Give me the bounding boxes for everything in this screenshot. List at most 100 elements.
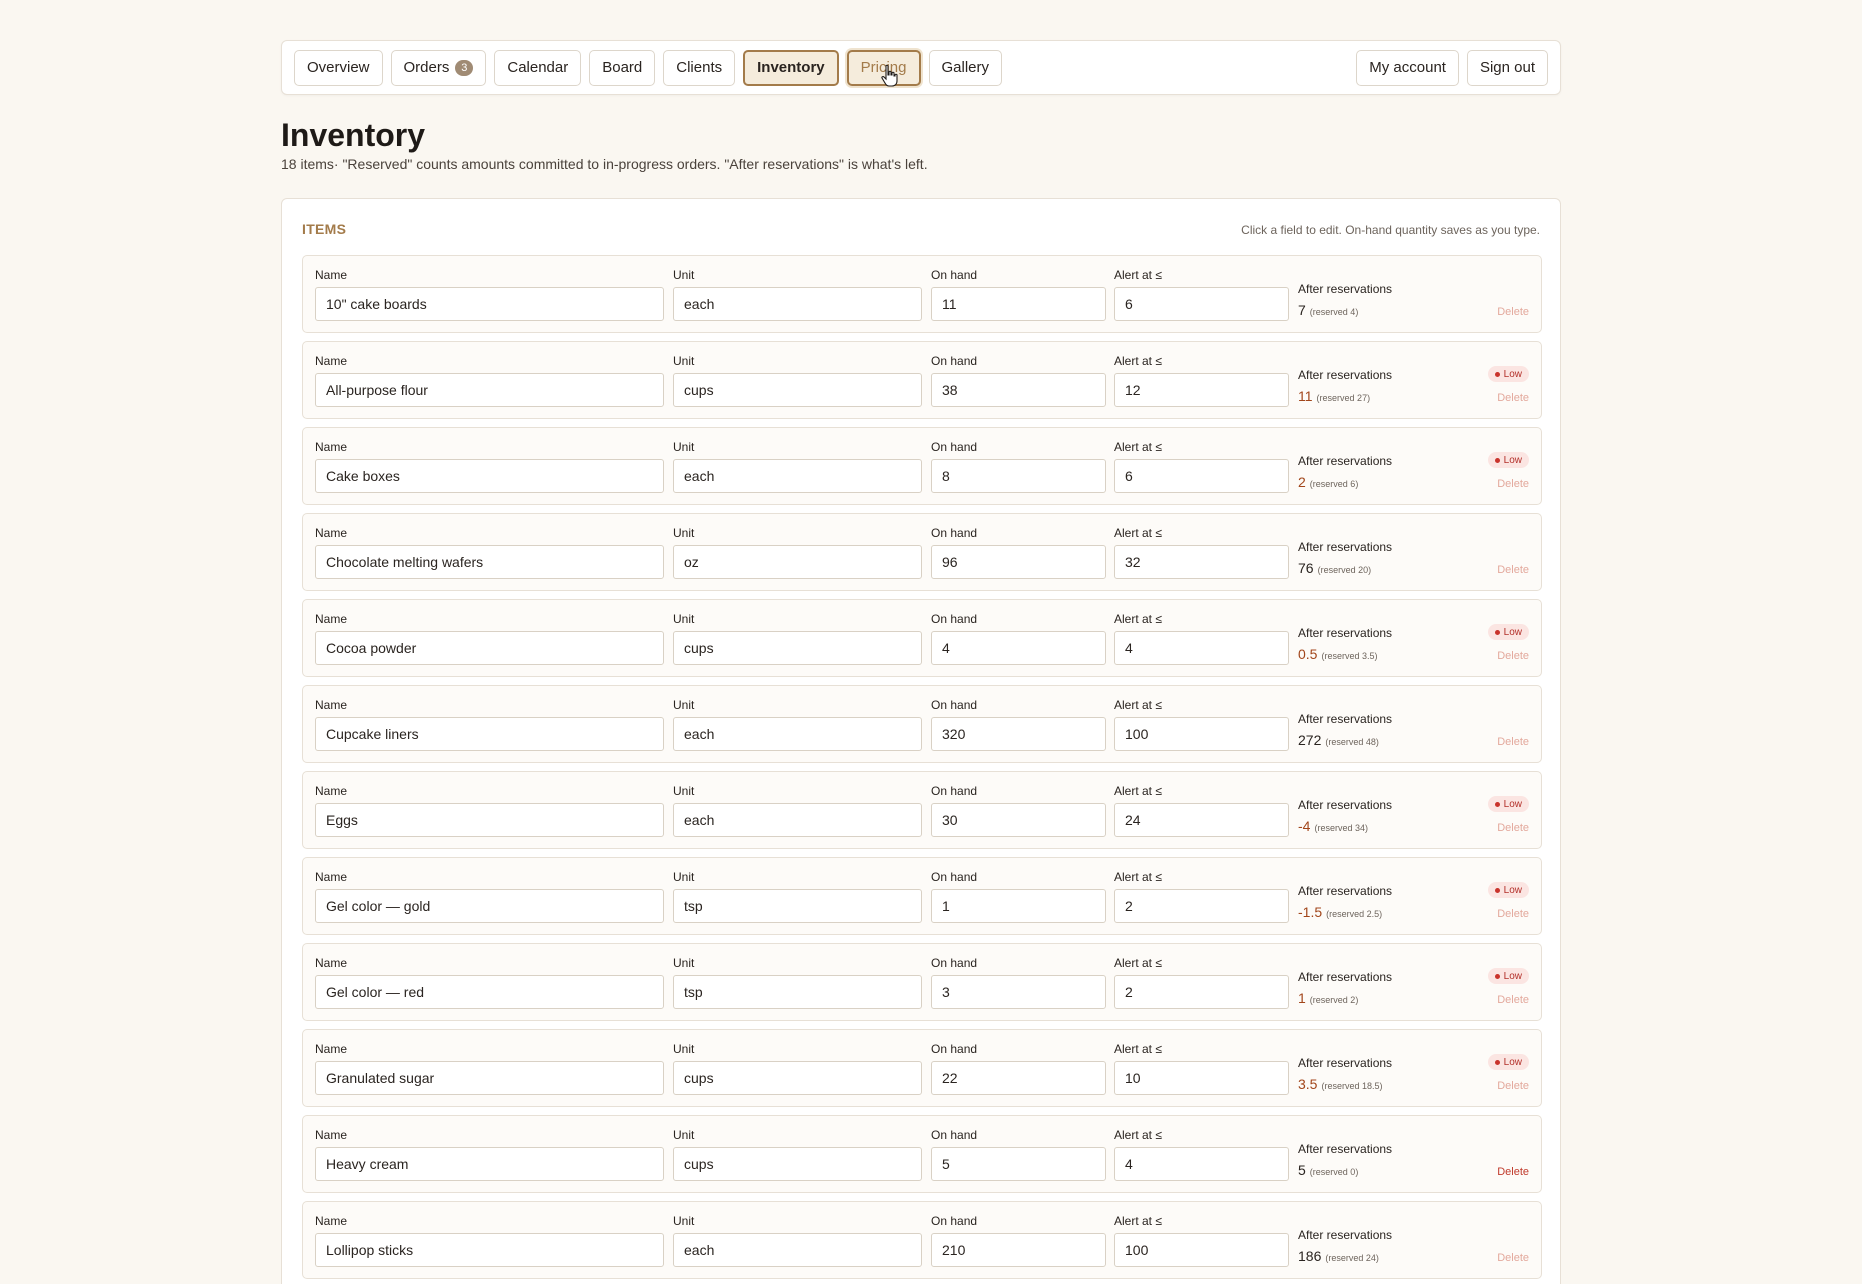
unit-label: Unit [673, 440, 695, 454]
on-hand-field: On hand [931, 354, 1106, 407]
alert-input[interactable] [1114, 373, 1289, 407]
on-hand-input[interactable] [931, 1061, 1106, 1095]
unit-input[interactable] [673, 717, 922, 751]
unit-field: Unit [673, 784, 922, 837]
unit-input[interactable] [673, 545, 922, 579]
name-input[interactable] [315, 889, 664, 923]
unit-input[interactable] [673, 631, 922, 665]
name-input[interactable] [315, 631, 664, 665]
unit-input[interactable] [673, 889, 922, 923]
alert-input[interactable] [1114, 975, 1289, 1009]
tab-overview[interactable]: Overview [294, 49, 383, 86]
on-hand-input[interactable] [931, 803, 1106, 837]
on-hand-field: On hand [931, 268, 1106, 321]
delete-button[interactable]: Delete [1497, 478, 1529, 490]
on-hand-input[interactable] [931, 717, 1106, 751]
tab-board[interactable]: Board [589, 49, 656, 86]
after-value: -1.5 [1298, 904, 1323, 920]
tab-calendar[interactable]: Calendar [494, 49, 582, 86]
inventory-row: Name Unit On hand Alert at ≤ After reser… [302, 599, 1542, 677]
my-account-button[interactable]: My account [1356, 49, 1459, 86]
on-hand-input[interactable] [931, 1147, 1106, 1181]
alert-dot-icon [1494, 371, 1500, 377]
low-label: Low [1503, 454, 1522, 466]
name-input[interactable] [315, 373, 664, 407]
alert-input[interactable] [1114, 631, 1289, 665]
tab-gallery[interactable]: Gallery [928, 49, 1003, 86]
unit-input[interactable] [673, 1061, 922, 1095]
alert-label: Alert at ≤ [1114, 1042, 1162, 1056]
on-hand-field: On hand [931, 698, 1106, 751]
name-input[interactable] [315, 545, 664, 579]
on-hand-input[interactable] [931, 545, 1106, 579]
unit-input[interactable] [673, 803, 922, 837]
delete-button[interactable]: Delete [1497, 564, 1529, 576]
name-label: Name [315, 956, 348, 970]
on-hand-input[interactable] [931, 1233, 1106, 1267]
delete-button[interactable]: Delete [1497, 1252, 1529, 1264]
delete-button[interactable]: Delete [1497, 650, 1529, 662]
alert-field: Alert at ≤ [1114, 784, 1289, 837]
name-label: Name [315, 526, 348, 540]
unit-input[interactable] [673, 1147, 922, 1181]
name-input[interactable] [315, 717, 664, 751]
on-hand-input[interactable] [931, 975, 1106, 1009]
delete-button[interactable]: Delete [1497, 392, 1529, 404]
alert-label: Alert at ≤ [1114, 440, 1162, 454]
tab-orders[interactable]: Orders 3 [390, 49, 487, 86]
unit-input[interactable] [673, 287, 922, 321]
inventory-row: Name Unit On hand Alert at ≤ After reser… [302, 1029, 1542, 1107]
tab-label: Orders [403, 59, 450, 76]
alert-input[interactable] [1114, 1061, 1289, 1095]
delete-button[interactable]: Delete [1497, 306, 1529, 318]
on-hand-input[interactable] [931, 373, 1106, 407]
name-input[interactable] [315, 803, 664, 837]
on-hand-input[interactable] [931, 287, 1106, 321]
name-field: Name [315, 870, 664, 923]
unit-input[interactable] [673, 459, 922, 493]
delete-button[interactable]: Delete [1497, 1166, 1529, 1178]
sign-out-button[interactable]: Sign out [1466, 49, 1548, 86]
unit-input[interactable] [673, 373, 922, 407]
pointer-cursor-icon [881, 64, 898, 87]
after-label: After reservations [1298, 1228, 1393, 1242]
name-input[interactable] [315, 1061, 664, 1095]
name-input[interactable] [315, 1147, 664, 1181]
unit-input[interactable] [673, 975, 922, 1009]
on-hand-input[interactable] [931, 459, 1106, 493]
panel-heading: ITEMS [302, 221, 347, 237]
name-input[interactable] [315, 1233, 664, 1267]
alert-input[interactable] [1114, 889, 1289, 923]
unit-label: Unit [673, 354, 695, 368]
name-input[interactable] [315, 287, 664, 321]
alert-label: Alert at ≤ [1114, 784, 1162, 798]
alert-input[interactable] [1114, 1233, 1289, 1267]
name-input[interactable] [315, 975, 664, 1009]
unit-field: Unit [673, 1042, 922, 1095]
name-input[interactable] [315, 459, 664, 493]
on-hand-input[interactable] [931, 889, 1106, 923]
tab-inventory[interactable]: Inventory [743, 49, 839, 86]
alert-field: Alert at ≤ [1114, 698, 1289, 751]
alert-input[interactable] [1114, 287, 1289, 321]
delete-button[interactable]: Delete [1497, 1080, 1529, 1092]
on-hand-label: On hand [931, 1042, 978, 1056]
after-reservations: After reservations 272 (reserved 48) [1298, 712, 1392, 750]
inventory-row: Name Unit On hand Alert at ≤ After reser… [302, 1201, 1542, 1279]
tab-clients[interactable]: Clients [663, 49, 736, 86]
delete-button[interactable]: Delete [1497, 822, 1529, 834]
unit-input[interactable] [673, 1233, 922, 1267]
alert-input[interactable] [1114, 717, 1289, 751]
on-hand-input[interactable] [931, 631, 1106, 665]
delete-button[interactable]: Delete [1497, 736, 1529, 748]
delete-button[interactable]: Delete [1497, 908, 1529, 920]
on-hand-label: On hand [931, 440, 978, 454]
alert-input[interactable] [1114, 803, 1289, 837]
inventory-row: Name Unit On hand Alert at ≤ After reser… [302, 341, 1542, 419]
alert-input[interactable] [1114, 459, 1289, 493]
alert-field: Alert at ≤ [1114, 440, 1289, 493]
delete-button[interactable]: Delete [1497, 994, 1529, 1006]
alert-input[interactable] [1114, 1147, 1289, 1181]
alert-input[interactable] [1114, 545, 1289, 579]
after-value: 272 [1298, 732, 1322, 748]
